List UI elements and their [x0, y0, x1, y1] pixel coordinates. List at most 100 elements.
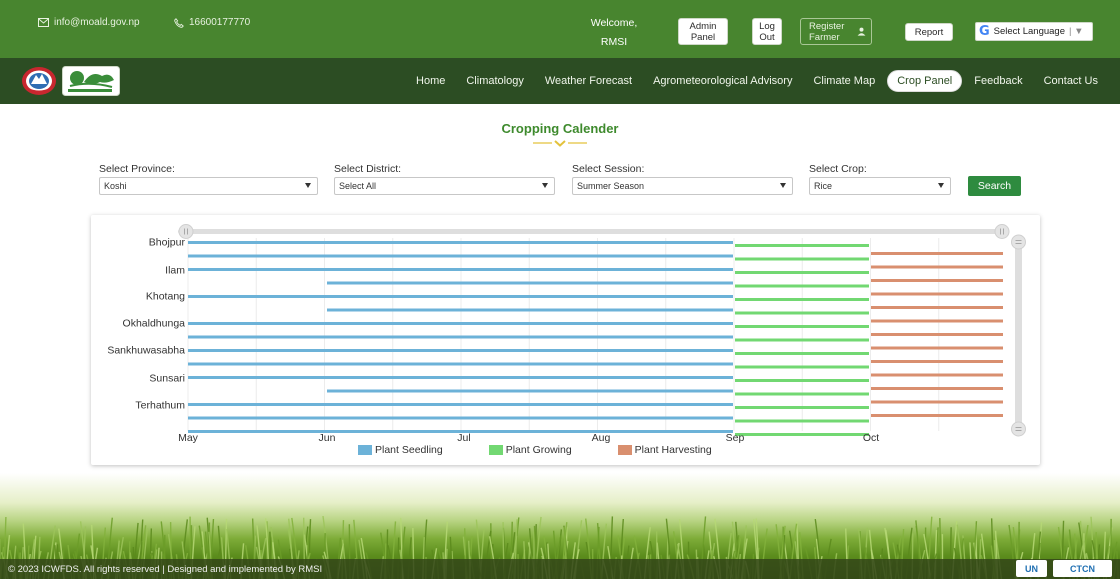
gantt-bar-plant-growing[interactable] — [735, 338, 869, 342]
page-title: Cropping Calender — [501, 121, 619, 136]
gantt-bar-plant-seedling[interactable] — [188, 362, 733, 366]
gantt-bar-plant-growing[interactable] — [735, 433, 869, 436]
email-text: info@moald.gov.np — [54, 17, 140, 28]
range-slider-right-handle[interactable] — [994, 224, 1010, 239]
nav-item-climate-map[interactable]: Climate Map — [804, 71, 884, 91]
title-divider — [533, 140, 587, 147]
welcome-greeting: Welcome, — [590, 17, 638, 29]
nav-item-agrometeorological-advisory[interactable]: Agrometeorological Advisory — [644, 71, 801, 91]
gantt-bar-plant-seedling[interactable] — [188, 322, 733, 325]
gantt-bar-plant-seedling[interactable] — [188, 254, 733, 258]
gantt-bar-plant-harvesting[interactable] — [871, 333, 1003, 336]
gantt-bar-plant-growing[interactable] — [735, 271, 869, 274]
nav-item-home[interactable]: Home — [407, 71, 454, 91]
gantt-bar-plant-harvesting[interactable] — [871, 360, 1003, 363]
gantt-bar-plant-harvesting[interactable] — [871, 306, 1003, 309]
gantt-bar-plant-seedling[interactable] — [327, 308, 733, 312]
nav-item-feedback[interactable]: Feedback — [965, 71, 1031, 91]
vertical-slider-top-handle[interactable] — [1011, 234, 1026, 250]
cropping-calendar-chart[interactable]: May Jun Jul Aug Sep Oct Bhojpur Ilam Khotang Okha… — [91, 215, 1040, 465]
gantt-bar-plant-growing[interactable] — [735, 419, 869, 423]
gantt-bar-plant-seedling[interactable] — [188, 403, 733, 406]
legend-swatch-growing — [488, 445, 503, 455]
y-category-label: Sunsari — [149, 373, 185, 385]
gantt-bar-plant-seedling[interactable] — [327, 281, 733, 285]
un-logo[interactable]: UN — [1016, 560, 1047, 577]
ctcn-logo[interactable]: CTCN — [1053, 560, 1112, 577]
gantt-bar-plant-growing[interactable] — [735, 284, 869, 288]
language-selector[interactable]: G Select Language | ▼ — [975, 22, 1093, 41]
chevron-down-icon — [542, 183, 548, 188]
x-tick-label: May — [178, 432, 199, 444]
range-slider-left-handle[interactable] — [178, 224, 194, 239]
legend-label-seedling: Plant Seedling — [375, 444, 443, 456]
district-label: Select District: — [334, 163, 402, 175]
ctcn-logo-text: CTCN — [1070, 563, 1095, 574]
welcome-message: Welcome, RMSI — [588, 14, 640, 52]
gantt-bar-plant-growing[interactable] — [735, 257, 869, 261]
vertical-slider-bottom-handle[interactable] — [1011, 421, 1026, 437]
nav-item-crop-panel[interactable]: Crop Panel — [887, 70, 963, 92]
gantt-bar-plant-growing[interactable] — [735, 352, 869, 355]
gantt-bar-plant-seedling[interactable] — [188, 268, 733, 271]
gantt-bar-plant-growing[interactable] — [735, 311, 869, 315]
district-select[interactable]: Select All — [334, 177, 555, 195]
gantt-bar-plant-growing[interactable] — [735, 392, 869, 396]
legend-item-growing[interactable]: Plant Growing — [488, 444, 572, 456]
gantt-bar-plant-seedling[interactable] — [188, 295, 733, 298]
nav-item-weather-forecast[interactable]: Weather Forecast — [536, 71, 641, 91]
range-slider-track[interactable] — [178, 229, 1006, 234]
gantt-bar-plant-growing[interactable] — [735, 244, 869, 247]
session-value: Summer Season — [577, 181, 645, 191]
chart-legend: Plant Seedling Plant Growing Plant Harve… — [358, 444, 758, 456]
legend-swatch-harvesting — [617, 445, 632, 455]
gantt-bar-plant-seedling[interactable] — [327, 389, 733, 393]
phone-text: 16600177770 — [189, 17, 251, 28]
province-select[interactable]: Koshi — [99, 177, 318, 195]
gantt-bar-plant-seedling[interactable] — [188, 376, 733, 379]
x-tick-label: Sep — [726, 432, 745, 444]
x-tick-label: Jul — [457, 432, 470, 444]
gantt-bar-plant-growing[interactable] — [735, 379, 869, 382]
email-contact[interactable]: info@moald.gov.np — [38, 17, 140, 28]
gantt-bar-plant-growing[interactable] — [735, 406, 869, 409]
gantt-bar-plant-seedling[interactable] — [188, 416, 733, 420]
gantt-bar-plant-harvesting[interactable] — [871, 292, 1003, 296]
ministry-logo[interactable] — [62, 66, 120, 96]
main-nav: Home Climatology Weather Forecast Agrome… — [0, 58, 1120, 104]
gantt-bar-plant-harvesting[interactable] — [871, 265, 1003, 269]
gantt-bar-plant-harvesting[interactable] — [871, 400, 1003, 404]
gantt-bar-plant-harvesting[interactable] — [871, 373, 1003, 377]
session-select[interactable]: Summer Season — [572, 177, 793, 195]
y-category-label: Terhathum — [135, 400, 185, 412]
gantt-bar-plant-growing[interactable] — [735, 325, 869, 328]
gantt-bar-plant-growing[interactable] — [735, 365, 869, 369]
phone-contact[interactable]: 16600177770 — [174, 17, 250, 28]
x-tick-label: Jun — [319, 432, 336, 444]
gantt-bar-plant-harvesting[interactable] — [871, 414, 1003, 417]
gantt-bar-plant-harvesting[interactable] — [871, 346, 1003, 350]
crop-select[interactable]: Rice — [809, 177, 951, 195]
legend-item-harvesting[interactable]: Plant Harvesting — [617, 444, 712, 456]
nepal-government-logo[interactable] — [21, 66, 57, 96]
nav-item-climatology[interactable]: Climatology — [457, 71, 532, 91]
gantt-bar-plant-harvesting[interactable] — [871, 279, 1003, 282]
legend-item-seedling[interactable]: Plant Seedling — [358, 444, 443, 456]
nav-item-contact-us[interactable]: Contact Us — [1035, 71, 1107, 91]
gantt-bar-plant-harvesting[interactable] — [871, 319, 1003, 323]
district-value: Select All — [339, 181, 377, 191]
gantt-bar-plant-growing[interactable] — [735, 298, 869, 301]
vertical-slider-track[interactable] — [1015, 238, 1022, 431]
gantt-bar-plant-harvesting[interactable] — [871, 252, 1003, 255]
legend-label-harvesting: Plant Harvesting — [634, 444, 712, 456]
session-label: Select Session: — [572, 163, 645, 175]
logout-button[interactable]: Log Out — [752, 18, 782, 45]
report-button[interactable]: Report — [905, 23, 953, 41]
gantt-bar-plant-seedling[interactable] — [188, 335, 733, 339]
gantt-bar-plant-seedling[interactable] — [188, 241, 733, 244]
gantt-bar-plant-seedling[interactable] — [188, 349, 733, 352]
admin-panel-button[interactable]: Admin Panel — [678, 18, 728, 45]
search-button[interactable]: Search — [968, 176, 1021, 196]
gantt-bar-plant-harvesting[interactable] — [871, 387, 1003, 390]
register-farmer-button[interactable]: Register Farmer — [800, 18, 872, 45]
